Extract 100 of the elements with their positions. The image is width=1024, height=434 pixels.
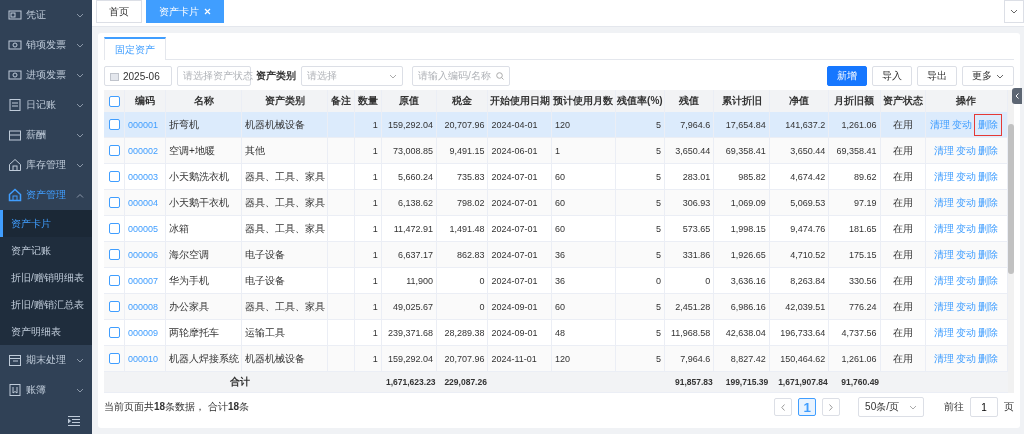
toolbar-button[interactable]: 新增 [827,66,867,86]
action-link[interactable]: 变动 [952,118,973,131]
code-link[interactable]: 000009 [128,327,159,338]
checkbox[interactable] [108,95,120,107]
toolbar-button[interactable]: 导出 [917,66,957,86]
action-link[interactable]: 变动 [956,222,977,235]
sidebar-item[interactable]: 销项发票 [0,30,92,60]
action-link[interactable]: 删除 [978,222,999,235]
table-cell: 97.19 [854,197,877,208]
action-link[interactable]: 删除 [978,300,999,313]
table-cell: 2024-07-01 [491,275,538,286]
table-cell: 5 [656,197,661,208]
collapse-menu-icon[interactable] [68,416,80,426]
sidebar-item[interactable]: 日记账 [0,90,92,120]
page-tab[interactable]: 首页 [96,0,142,23]
action-link[interactable]: 变动 [956,326,977,339]
submenu-item[interactable]: 资产卡片 [0,210,92,237]
checkbox[interactable] [108,249,120,261]
table-cell: 2024-07-01 [491,197,538,208]
close-icon[interactable] [204,8,211,15]
status-select[interactable]: 请选择资产状态 [177,66,251,86]
search-field[interactable]: 请输入编码/名称 [412,66,510,86]
table-cell: 运输工具 [245,326,286,338]
checkbox[interactable] [108,145,120,157]
sidebar-item[interactable]: 进项发票 [0,60,92,90]
action-link[interactable]: 清理 [934,170,955,183]
action-link[interactable]: 清理 [934,352,955,365]
action-link[interactable]: 删除 [978,196,999,209]
table-cell: 1 [372,249,378,260]
code-link[interactable]: 000007 [128,275,159,286]
action-link[interactable]: 删除 [978,326,999,339]
action-link[interactable]: 清理 [934,274,955,287]
category-select[interactable]: 请选择 [301,66,403,86]
checkbox[interactable] [108,223,120,235]
table-cell: 小天鹅洗衣机 [169,170,230,182]
table-cell: 2,451.28 [675,301,711,312]
action-link[interactable]: 清理 [934,222,955,235]
action-link[interactable]: 清理 [930,118,951,131]
sidebar-item[interactable]: 账簿 [0,375,92,405]
table-cell: 5,660.24 [398,171,434,182]
action-link[interactable]: 变动 [956,248,977,261]
action-link[interactable]: 删除 [974,113,1003,136]
checkbox[interactable] [108,275,120,287]
table-cell: 在用 [892,118,913,130]
table-cell: 在用 [892,144,913,156]
page-size-select[interactable]: 50条/页 [858,397,924,417]
table-cell: 1,261.06 [841,353,877,364]
table-cell: 1 [372,353,378,364]
search-icon [496,72,504,80]
sidebar-item[interactable]: 期末处理 [0,345,92,375]
action-link[interactable]: 清理 [934,248,955,261]
action-link[interactable]: 删除 [978,248,999,261]
action-link[interactable]: 删除 [978,274,999,287]
page-tab[interactable]: 资产卡片 [146,0,224,23]
action-link[interactable]: 变动 [956,196,977,209]
dropdown-button[interactable]: 更多 [962,66,1014,86]
action-link[interactable]: 删除 [978,144,999,157]
checkbox[interactable] [108,301,120,313]
table-cell: 159,292.04 [388,119,434,130]
action-link[interactable]: 删除 [978,352,999,365]
action-link[interactable]: 变动 [956,300,977,313]
checkbox[interactable] [108,119,120,131]
action-link[interactable]: 清理 [934,196,955,209]
table-cell: 60 [555,223,566,234]
submenu-item[interactable]: 折旧/赠销明细表 [0,264,92,291]
sidebar-item[interactable]: 凭证 [0,0,92,30]
sub-tab[interactable]: 固定资产 [104,37,166,60]
action-link[interactable]: 变动 [956,274,977,287]
checkbox[interactable] [108,327,120,339]
code-link[interactable]: 000005 [128,223,159,234]
submenu-item[interactable]: 资产记账 [0,237,92,264]
checkbox[interactable] [108,171,120,183]
house-icon [8,158,22,172]
checkbox[interactable] [108,353,120,365]
sidebar-item[interactable]: 资产管理 [0,180,92,210]
column-header: 残值率(%) [615,90,665,112]
side-handle[interactable] [1012,88,1022,104]
table-cell: 5 [656,327,661,338]
table-cell: 69,358.41 [725,145,766,156]
action-link[interactable]: 清理 [934,326,955,339]
table-cell: 60 [555,197,566,208]
total-cell: 1,671,623.23 [385,377,436,387]
table-cell: 5,069.53 [790,197,826,208]
scrollbar[interactable] [1008,90,1014,393]
sidebar-item[interactable]: 库存管理 [0,150,92,180]
page-input[interactable]: 1 [970,397,998,417]
action-link[interactable]: 变动 [956,170,977,183]
action-link[interactable]: 变动 [956,352,977,365]
page-button[interactable]: 1 [798,398,817,416]
submenu-item[interactable]: 资产明细表 [0,318,92,345]
submenu-item[interactable]: 折旧/赠销汇总表 [0,291,92,318]
checkbox[interactable] [108,197,120,209]
action-link[interactable]: 清理 [934,144,955,157]
action-link[interactable]: 变动 [956,144,977,157]
toolbar-button[interactable]: 导入 [872,66,912,86]
code-link[interactable]: 000003 [128,171,159,182]
sidebar-item[interactable]: 薪酬 [0,120,92,150]
action-link[interactable]: 删除 [978,170,999,183]
date-picker[interactable]: 2025-06 [104,66,172,86]
action-link[interactable]: 清理 [934,300,955,313]
